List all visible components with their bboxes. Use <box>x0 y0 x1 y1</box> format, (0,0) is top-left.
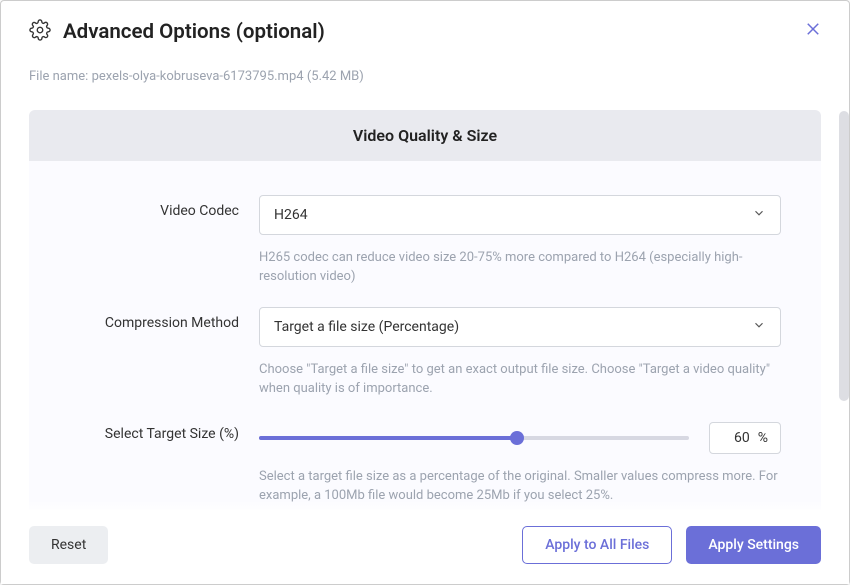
quality-size-panel: Video Quality & Size Video Codec H264 H2… <box>29 110 821 510</box>
file-name-value: pexels-olya-kobruseva-6173795.mp4 <box>92 69 304 84</box>
apply-all-button[interactable]: Apply to All Files <box>522 526 672 564</box>
video-codec-row: Video Codec H264 H265 codec can reduce v… <box>69 195 781 287</box>
compression-method-label: Compression Method <box>69 307 239 399</box>
advanced-options-modal: Advanced Options (optional) File name: p… <box>0 0 850 585</box>
video-codec-select[interactable]: H264 <box>259 195 781 235</box>
file-size-value: (5.42 MB) <box>307 69 364 84</box>
target-size-unit: % <box>758 430 768 446</box>
modal-footer: Reset Apply to All Files Apply Settings <box>1 510 849 584</box>
gear-icon <box>29 19 51 45</box>
section-header: Video Quality & Size <box>29 110 821 161</box>
close-icon[interactable] <box>801 17 825 41</box>
file-name-row: File name: pexels-olya-kobruseva-6173795… <box>29 69 821 84</box>
target-size-row: Select Target Size (%) <box>69 418 781 506</box>
scrollbar[interactable] <box>839 111 849 401</box>
compression-method-help: Choose "Target a file size" to get an ex… <box>259 361 781 399</box>
file-name-label: File name: <box>29 69 88 84</box>
apply-settings-button[interactable]: Apply Settings <box>686 526 821 564</box>
target-size-help: Select a target file size as a percentag… <box>259 468 781 506</box>
modal-header: Advanced Options (optional) <box>29 19 821 45</box>
target-size-input-group: % <box>709 422 781 454</box>
video-codec-value: H264 <box>274 207 308 223</box>
chevron-down-icon <box>752 206 766 224</box>
video-codec-label: Video Codec <box>69 195 239 287</box>
video-codec-help: H265 codec can reduce video size 20-75% … <box>259 249 781 287</box>
target-size-input[interactable] <box>722 430 750 446</box>
compression-method-row: Compression Method Target a file size (P… <box>69 307 781 399</box>
target-size-slider[interactable] <box>259 436 689 440</box>
compression-method-select[interactable]: Target a file size (Percentage) <box>259 307 781 347</box>
slider-thumb[interactable] <box>510 431 524 445</box>
chevron-down-icon <box>752 318 766 336</box>
target-size-label: Select Target Size (%) <box>69 418 239 506</box>
compression-method-value: Target a file size (Percentage) <box>274 319 459 335</box>
reset-button[interactable]: Reset <box>29 526 108 564</box>
page-title: Advanced Options (optional) <box>63 20 325 44</box>
